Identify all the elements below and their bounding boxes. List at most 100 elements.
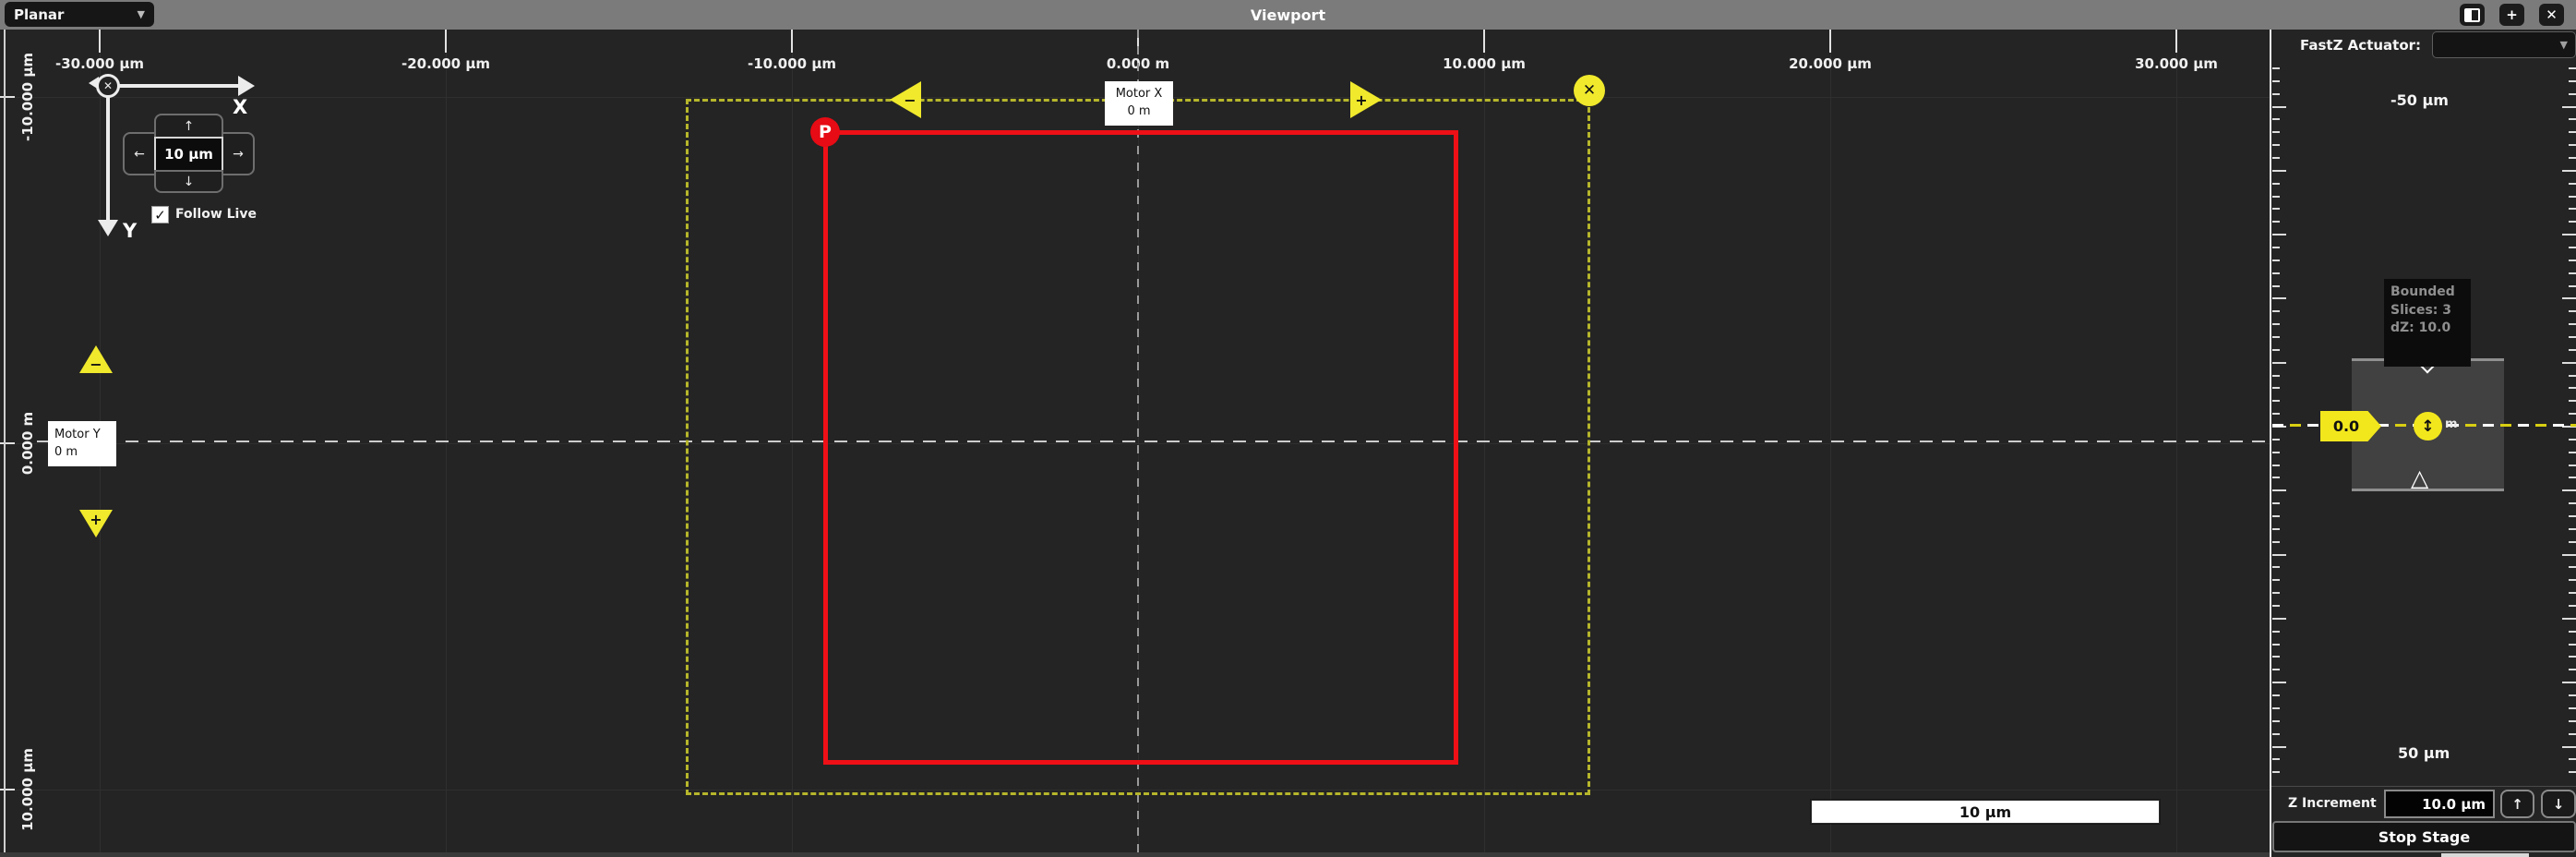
fastz-ruler-tick-right [2569,707,2576,709]
fastz-ruler-tick-left [2272,502,2280,504]
selection-corner-handle[interactable]: ✕ [1574,75,1605,106]
fastz-ruler-tick-left [2272,170,2286,172]
fastz-ruler-tick-right [2569,349,2576,351]
fastz-ruler-tick-right [2569,67,2576,69]
fastz-ruler-tick-right [2569,644,2576,646]
motor-x-value: 0 m [1127,103,1150,121]
z-increment-value: 10.0 µm [2422,796,2486,813]
stage-origin-rotate-icon[interactable]: ✕ [96,74,120,98]
fastz-ruler-tick-right [2569,733,2576,735]
fastz-ruler-tick-left [2272,528,2280,530]
stop-stage-button[interactable]: Stop Stage [2272,821,2576,852]
fastz-ruler-tick-left [2272,579,2280,581]
jog-step-value: 10 µm [164,146,213,163]
fastz-ruler-tick-left [2272,285,2280,287]
tooltip-line-2: Slices: 3 [2390,302,2464,320]
fastz-ruler-tick-left [2272,605,2280,607]
close-icon: ✕ [2546,6,2558,23]
motor-y-jog-plus-handle[interactable]: + [79,510,113,537]
fastz-ruler-tick-left [2272,771,2280,773]
z-increment-up-button[interactable]: ↑ [2500,790,2534,818]
chevron-down-icon: ▼ [138,8,145,20]
fastz-ruler-tick-right [2569,758,2576,760]
plus-glyph: + [1355,91,1367,109]
fastz-ruler-tick-left [2272,208,2280,210]
x-axis-label: X [233,96,247,118]
top-ruler-label: -10.000 µm [748,55,836,72]
fastz-ruler-tick-left [2272,515,2280,517]
close-window-button[interactable]: ✕ [2539,4,2564,26]
stop-stage-label: Stop Stage [2378,828,2470,846]
z-drag-handle[interactable]: ↕ [2414,412,2442,441]
fastz-ruler-tick-right [2562,362,2576,364]
fastz-actuator-dropdown[interactable]: ▼ [2432,31,2576,58]
fastz-ruler-tick-left [2272,157,2280,159]
follow-live-label: Follow Live [175,207,257,222]
x-axis-line [116,84,240,88]
motor-x-position-box: Motor X 0 m [1105,81,1173,126]
fastz-ruler-tick-right [2569,208,2576,210]
top-ruler-tick [99,30,101,53]
roi-origin-marker[interactable]: P [810,117,840,147]
origin-x-glyph: ✕ [103,79,113,92]
fastz-ruler-tick-left [2272,67,2280,69]
down-arrow-icon: ↓ [184,175,195,189]
fastz-ruler-tick-right [2562,170,2576,172]
fastz-ruler-tick-right [2562,746,2576,748]
z-increment-label: Z Increment [2288,796,2377,811]
fastz-ruler-tick-left [2272,183,2280,185]
y-axis-line [106,94,110,220]
fastz-ruler-tick-left [2272,669,2280,670]
jog-down-button[interactable]: ↓ [154,170,223,193]
fastz-ruler-tick-left [2272,144,2280,146]
fastz-ruler-tick-left [2272,118,2280,120]
fastz-ruler-tick-left [2272,618,2286,620]
fastz-ruler-tick-right [2569,80,2576,82]
bottom-edge-band [0,852,2271,857]
fastz-ruler-tick-right [2562,234,2576,235]
fastz-ruler-tick-right [2569,465,2576,466]
resize-icon: ✕ [1583,81,1596,100]
minus-glyph: − [904,91,916,109]
fastz-ruler-tick-left [2272,362,2286,364]
fastz-ruler-tick-right [2569,771,2576,773]
jog-up-button[interactable]: ↑ [154,114,223,139]
top-ruler-label: 30.000 µm [2135,55,2218,72]
panel-separator [2270,30,2271,857]
fastz-ruler-tick-left [2272,452,2280,453]
motor-y-jog-minus-handle[interactable]: − [79,345,113,373]
z-increment-input[interactable]: 10.0 µm [2384,790,2495,818]
motor-x-name: Motor X [1116,86,1163,103]
fastz-ruler-tick-right [2562,106,2576,108]
fastz-ruler-tick-right [2569,260,2576,261]
jog-left-button[interactable]: ← [123,132,156,175]
view-mode-value: Planar [14,6,64,23]
add-window-button[interactable]: + [2499,4,2524,26]
z-position-value: 0.0 [2333,417,2359,435]
fastz-ruler-tick-right [2569,118,2576,120]
application-window: -30.000 µm-20.000 µm-10.000 µm0.000 m10.… [0,0,2576,857]
top-ruler-tick [1483,30,1485,53]
dock-window-button[interactable] [2460,4,2485,26]
fastz-ruler-tick-right [2569,310,2576,312]
top-ruler-label: -30.000 µm [55,55,144,72]
jog-right-button[interactable]: → [222,132,255,175]
scale-bar-label: 10 µm [1959,803,2011,821]
fastz-ruler-tick-left [2272,707,2280,709]
z-increment-down-button[interactable]: ↓ [2541,790,2576,818]
fastz-ruler-tick-right [2569,387,2576,389]
plus-icon: + [2506,6,2518,23]
fastz-ruler-tick-right [2569,183,2576,185]
jog-step-size-field[interactable]: 10 µm [154,137,223,172]
chevron-down-icon: ▼ [2560,39,2568,51]
roi-rectangle[interactable] [823,130,1458,765]
down-arrow-icon: ↓ [2553,796,2565,813]
view-mode-dropdown[interactable]: Planar ▼ [5,2,154,27]
bounded-bottom-handle[interactable]: △ [2411,465,2428,491]
fastz-ruler-tick-left [2272,310,2280,312]
fastz-ruler-tick-right [2562,682,2576,683]
panel-divider [2271,786,2576,787]
follow-live-checkbox[interactable]: ✓ [151,206,169,223]
z-unit-partial-label: m [2445,417,2458,431]
fastz-ruler-tick-left [2272,260,2280,261]
